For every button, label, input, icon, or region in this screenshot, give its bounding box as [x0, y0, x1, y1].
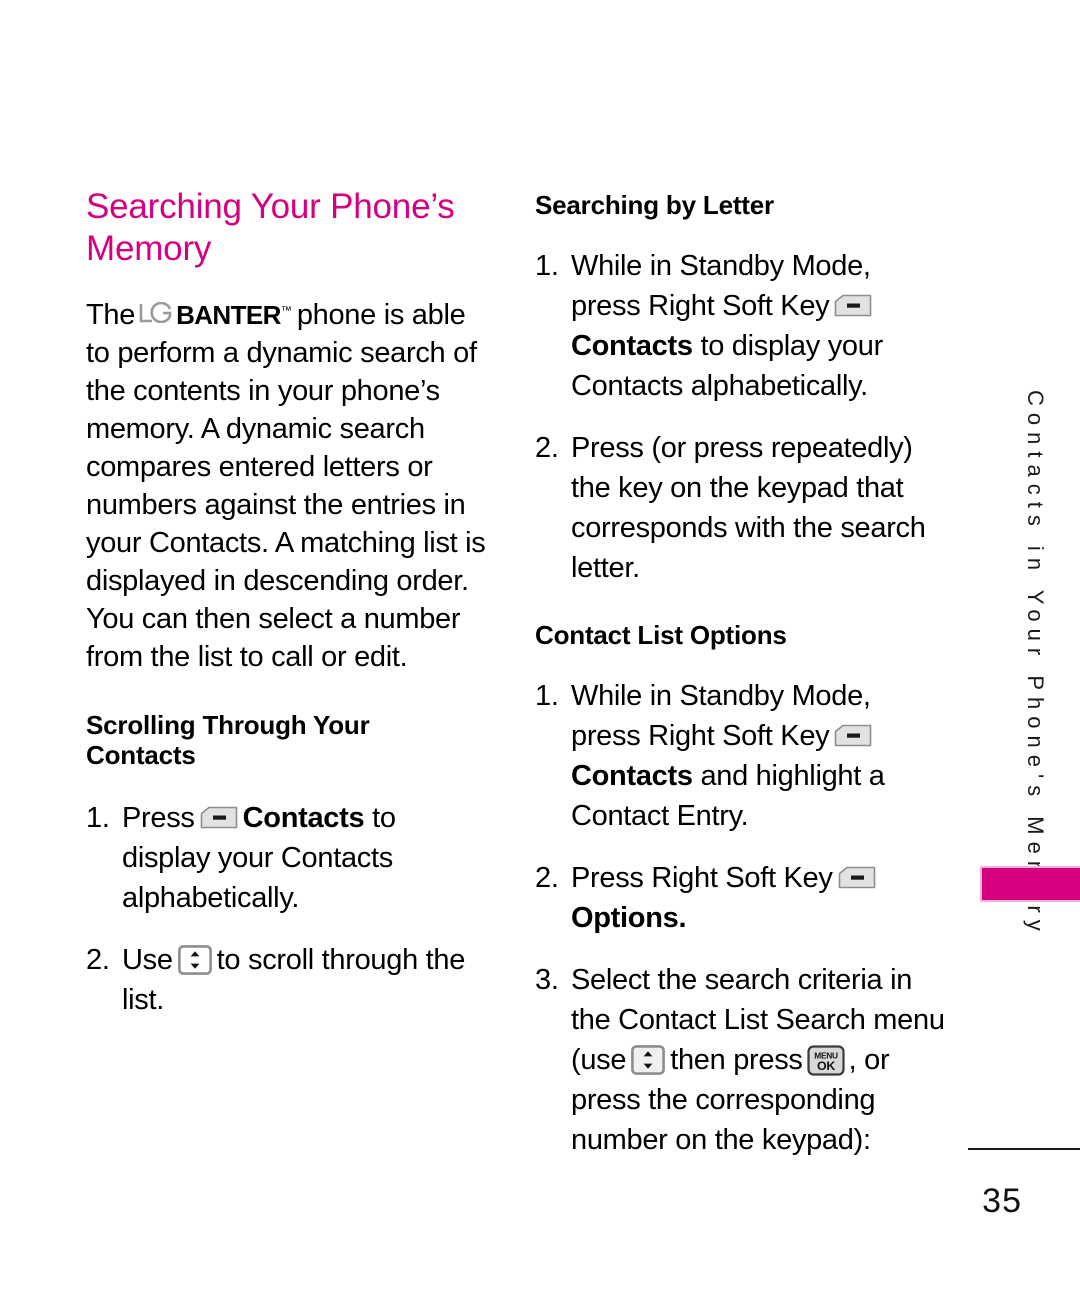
intro-text-after-logo: phone is able to perform a dynamic searc…: [86, 299, 486, 673]
manual-page: Searching Your Phone’s Memory The BANTER…: [0, 0, 1080, 1295]
list-item: 2. Press Right Soft Key Options.: [535, 858, 945, 938]
lg-logo-icon: [139, 302, 173, 323]
banter-wordmark: BANTER: [176, 300, 281, 330]
section-heading-searching-by-letter: Searching by Letter: [535, 190, 774, 220]
step-number: 2.: [535, 432, 559, 464]
page-title: Searching Your Phone’s Memory: [86, 187, 455, 268]
step-text: Press: [122, 802, 195, 834]
section-heading-contact-list-options: Contact List Options: [535, 620, 787, 650]
soft-key-icon: [834, 724, 872, 747]
step-number: 2.: [86, 944, 110, 976]
side-tab-label: Contacts in Your Phone's Memory: [1023, 390, 1048, 938]
step-text: Use: [122, 944, 173, 976]
soft-key-icon: [838, 866, 876, 889]
step-number: 2.: [535, 862, 559, 894]
step-text-bold: Contacts: [571, 760, 693, 792]
navigation-up-down-key-icon: [177, 945, 212, 975]
list-item: 1. While in Standby Mode, press Right So…: [535, 246, 945, 406]
step-text-continued: to scroll through the list.: [122, 944, 466, 1016]
list-item: 2. Use to scroll through the list.: [86, 940, 486, 1020]
step-text: While in Standby Mode, press Right Soft …: [571, 680, 871, 752]
list-item: 2. Press (or press repeatedly) the key o…: [535, 428, 945, 588]
side-tab-marker: [980, 866, 1080, 902]
step-text: While in Standby Mode, press Right Soft …: [571, 250, 871, 322]
step-text: Press (or press repeatedly) the key on t…: [571, 432, 926, 584]
step-text-bold: Options: [571, 902, 679, 934]
step-text-middle: then press: [670, 1044, 803, 1076]
step-text-bold: Contacts: [242, 802, 365, 834]
list-item: 1. Press Contacts to display your Contac…: [86, 798, 486, 918]
side-tab-running-head: Contacts in Your Phone's Memory: [1014, 390, 1054, 938]
step-number: 1.: [535, 680, 559, 712]
navigation-up-down-key-icon: [631, 1045, 666, 1075]
scrolling-steps-list: 1. Press Contacts to display your Contac…: [86, 798, 486, 1020]
step-number: 3.: [535, 964, 559, 996]
soft-key-icon: [200, 806, 238, 829]
step-text-bold: Contacts: [571, 330, 693, 362]
contact-list-options-steps: 1. While in Standby Mode, press Right So…: [535, 676, 945, 1160]
step-number: 1.: [86, 802, 110, 834]
step-text-period: .: [678, 902, 687, 934]
section-heading-scrolling: Scrolling Through Your Contacts: [86, 710, 370, 770]
intro-text-before-logo: The: [86, 299, 136, 331]
searching-by-letter-steps: 1. While in Standby Mode, press Right So…: [535, 246, 945, 588]
step-text: Press Right Soft Key: [571, 862, 833, 894]
page-number: 35: [982, 1182, 1022, 1220]
list-item: 3. Select the search criteria in the Con…: [535, 960, 945, 1160]
svg-text:OK: OK: [817, 1059, 835, 1073]
step-number: 1.: [535, 250, 559, 282]
soft-key-icon: [834, 294, 872, 317]
list-item: 1. While in Standby Mode, press Right So…: [535, 676, 945, 836]
footer-divider: [968, 1148, 1080, 1150]
right-column: Searching by Letter 1. While in Standby …: [535, 190, 945, 1160]
left-column: Searching Your Phone’s Memory The BANTER…: [86, 186, 486, 1020]
trademark-symbol: ™: [280, 305, 292, 317]
menu-ok-key-icon: MENU OK: [807, 1045, 845, 1076]
intro-paragraph: The BANTER™ phone is able to perform a dy…: [86, 292, 486, 676]
